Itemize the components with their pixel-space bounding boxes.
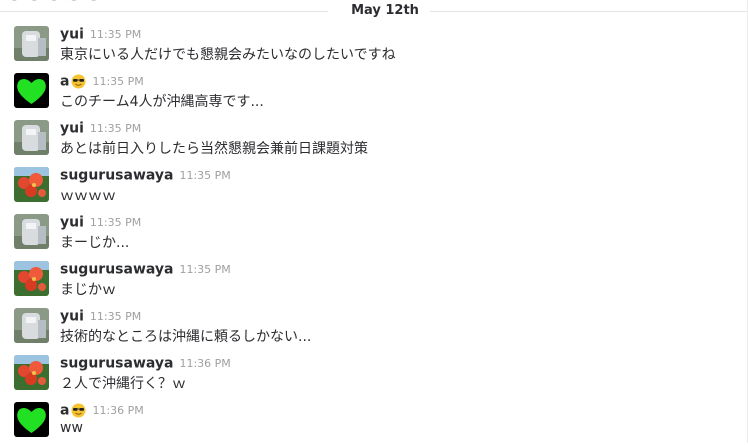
green-heart-avatar[interactable]	[14, 402, 49, 437]
message-text: このチーム4人が沖縄高専です...	[60, 94, 264, 110]
message-header: sugurusawaya 11:35 PM	[60, 165, 231, 184]
message-header: yui 11:35 PM	[60, 118, 141, 137]
date-divider: ～ ～ ～ ～ ～ May 12th	[0, 0, 748, 22]
username-link[interactable]: sugurusawaya	[60, 356, 173, 372]
message-row: a 11:35 PM このチーム4人が沖縄高専です...	[0, 69, 748, 116]
message-list: yui 11:35 PM 東京にいる人だけでも懇親会みたいなのしたいですね a 11:3…	[0, 22, 748, 445]
flower-avatar[interactable]	[14, 261, 49, 296]
message-header: a 11:36 PM	[60, 400, 144, 419]
message-row: sugurusawaya 11:35 PM まじかｗ	[0, 257, 748, 304]
yui-avatar[interactable]	[14, 26, 49, 61]
username-link[interactable]: yui	[60, 27, 84, 43]
message-text: ２人で沖縄行く？ｗ	[60, 376, 186, 392]
message-row: yui 11:35 PM まーじか...	[0, 210, 748, 257]
message-timestamp[interactable]: 11:35 PM	[179, 169, 230, 182]
message-header: sugurusawaya 11:35 PM	[60, 259, 231, 278]
sunglasses-emoji-icon	[71, 403, 86, 418]
message-header: sugurusawaya 11:36 PM	[60, 353, 231, 372]
message-row: sugurusawaya 11:36 PM ２人で沖縄行く？ｗ	[0, 351, 748, 398]
date-divider-label: May 12th	[340, 3, 430, 18]
message-timestamp[interactable]: 11:35 PM	[90, 122, 141, 135]
message-row: yui 11:35 PM 技術的なところは沖縄に頼るしかない...	[0, 304, 748, 351]
clipped-previous-text: ～ ～ ～ ～ ～	[6, 0, 100, 7]
message-text: まーじか...	[60, 235, 130, 251]
message-text: ｗｗｗｗ	[60, 188, 116, 204]
message-text: まじかｗ	[60, 282, 116, 298]
green-heart-avatar[interactable]	[14, 73, 49, 108]
message-text: 東京にいる人だけでも懇親会みたいなのしたいですね	[60, 47, 396, 63]
username-link[interactable]: yui	[60, 215, 84, 231]
divider-line	[430, 11, 748, 12]
message-row: yui 11:35 PM 東京にいる人だけでも懇親会みたいなのしたいですね	[0, 22, 748, 69]
username-link[interactable]: yui	[60, 121, 84, 137]
message-row: sugurusawaya 11:35 PM ｗｗｗｗ	[0, 163, 748, 210]
message-text: 技術的なところは沖縄に頼るしかない...	[60, 329, 312, 345]
message-timestamp[interactable]: 11:35 PM	[179, 263, 230, 276]
yui-avatar[interactable]	[14, 214, 49, 249]
yui-avatar[interactable]	[14, 308, 49, 343]
message-row: yui 11:35 PM あとは前日入りしたら当然懇親会兼前日課題対策	[0, 116, 748, 163]
message-text: あとは前日入りしたら当然懇親会兼前日課題対策	[60, 141, 368, 157]
message-header: a 11:35 PM	[60, 71, 144, 90]
divider-line	[0, 11, 328, 12]
message-header: yui 11:35 PM	[60, 306, 141, 325]
username-link[interactable]: a	[60, 403, 69, 419]
flower-avatar[interactable]	[14, 167, 49, 202]
message-timestamp[interactable]: 11:35 PM	[90, 28, 141, 41]
message-header: yui 11:35 PM	[60, 24, 141, 43]
message-timestamp[interactable]: 11:36 PM	[179, 357, 230, 370]
message-row: a 11:36 PM ww	[0, 398, 748, 445]
message-timestamp[interactable]: 11:36 PM	[92, 404, 143, 417]
message-text: ww	[60, 420, 83, 436]
yui-avatar[interactable]	[14, 120, 49, 155]
username-link[interactable]: a	[60, 74, 69, 90]
flower-avatar[interactable]	[14, 355, 49, 390]
username-link[interactable]: yui	[60, 309, 84, 325]
message-timestamp[interactable]: 11:35 PM	[90, 216, 141, 229]
sunglasses-emoji-icon	[71, 74, 86, 89]
username-link[interactable]: sugurusawaya	[60, 168, 173, 184]
username-link[interactable]: sugurusawaya	[60, 262, 173, 278]
message-timestamp[interactable]: 11:35 PM	[92, 75, 143, 88]
message-timestamp[interactable]: 11:35 PM	[90, 310, 141, 323]
message-header: yui 11:35 PM	[60, 212, 141, 231]
